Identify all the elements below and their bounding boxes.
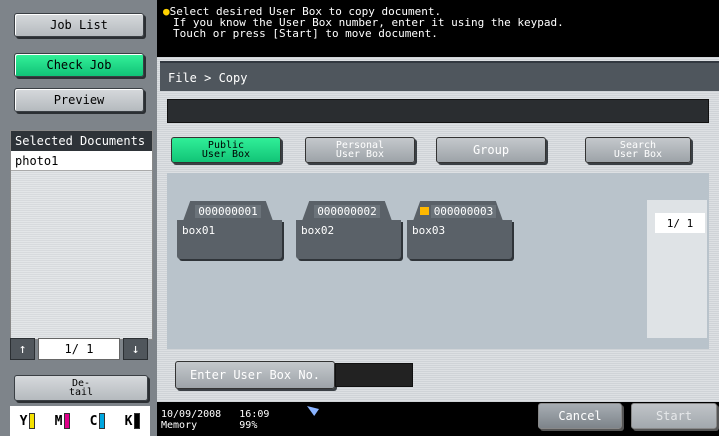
enter-user-box-no-label: Enter User Box No. [189, 368, 321, 382]
box-name-display [167, 99, 709, 123]
arrow-up-icon: ↑ [18, 341, 27, 357]
toner-magenta: M [55, 413, 71, 429]
tab-group[interactable]: Group [436, 137, 546, 163]
tab-public-label-2: User Box [201, 149, 251, 160]
box-number: 000000002 [314, 204, 380, 218]
arrow-down-icon: ↓ [131, 341, 140, 357]
box-number: 000000003 [430, 204, 497, 218]
box-name: box01 [177, 220, 282, 259]
user-box-folder[interactable]: 000000003 box03 [407, 201, 512, 259]
toner-bar-y [29, 413, 36, 429]
box-page-panel: 1/ 1 [647, 200, 707, 338]
tab-personal-label-2: User Box [335, 149, 385, 160]
preview-label: Preview [53, 93, 105, 107]
network-icon [307, 406, 319, 416]
box-page-indicator: 1/ 1 [655, 213, 705, 233]
preview-button[interactable]: Preview [14, 88, 144, 112]
enter-user-box-no-button[interactable]: Enter User Box No. [175, 361, 335, 389]
selected-documents-header: Selected Documents [11, 131, 152, 151]
tab-search-user-box[interactable]: Search User Box [585, 137, 691, 163]
page-up-button[interactable]: ↑ [10, 338, 35, 360]
check-job-label: Check Job [46, 58, 112, 72]
toner-yellow: Y [20, 413, 36, 429]
cancel-label: Cancel [558, 409, 602, 423]
info-icon: ● [163, 5, 170, 18]
status-date: 10/09/2008 [161, 409, 222, 420]
box-number: 000000001 [195, 204, 261, 218]
user-box-folder[interactable]: 000000002 box02 [296, 201, 401, 259]
memory-value: 99% [239, 420, 258, 431]
memory-label: Memory [161, 420, 198, 431]
start-label: Start [655, 409, 693, 423]
start-button[interactable]: Start [631, 403, 717, 429]
box-name: box02 [296, 220, 401, 259]
page-down-button[interactable]: ↓ [123, 338, 148, 360]
status-bar: 10/09/2008 16:09 Memory 99% Cancel Start [157, 402, 719, 436]
tab-personal-user-box[interactable]: Personal User Box [305, 137, 415, 163]
lock-icon [419, 207, 429, 215]
user-box-list: 000000001 box01 000000002 box02 00000000… [167, 173, 709, 349]
tab-public-user-box[interactable]: Public User Box [171, 137, 281, 163]
selected-documents-panel: Selected Documents photo1 [10, 130, 153, 340]
message-bar: ●Select desired User Box to copy documen… [157, 0, 719, 57]
page-indicator: 1/ 1 [38, 338, 120, 360]
toner-levels: Y M C K [10, 406, 150, 436]
detail-label-2: tail [68, 387, 94, 398]
left-panel: Job List Check Job Preview Selected Docu… [0, 0, 157, 436]
job-list-button[interactable]: Job List [14, 13, 144, 37]
check-job-button[interactable]: Check Job [14, 53, 144, 77]
breadcrumb: File > Copy [160, 61, 719, 91]
status-time: 16:09 [239, 409, 270, 420]
message-line-3: Touch or press [Start] to move document. [173, 27, 438, 40]
detail-button[interactable]: De-tail [14, 375, 148, 401]
selected-document-item[interactable]: photo1 [11, 151, 152, 171]
tab-group-label: Group [472, 142, 510, 157]
toner-black: K [125, 413, 141, 429]
selected-pager: ↑ 1/ 1 ↓ [10, 337, 150, 361]
user-box-folder[interactable]: 000000001 box01 [177, 201, 282, 259]
toner-bar-c [99, 413, 106, 429]
tab-search-label-2: User Box [613, 149, 663, 160]
toner-bar-k [134, 413, 141, 429]
toner-bar-m [64, 413, 71, 429]
status-text: 10/09/2008 16:09 Memory 99% [161, 409, 269, 431]
box-name: box03 [407, 220, 512, 259]
job-list-label: Job List [50, 18, 108, 32]
toner-cyan: C [90, 413, 106, 429]
user-box-number-field[interactable] [335, 363, 413, 387]
main-panel: File > Copy Public User Box Personal User … [157, 57, 719, 402]
cancel-button[interactable]: Cancel [538, 403, 622, 429]
